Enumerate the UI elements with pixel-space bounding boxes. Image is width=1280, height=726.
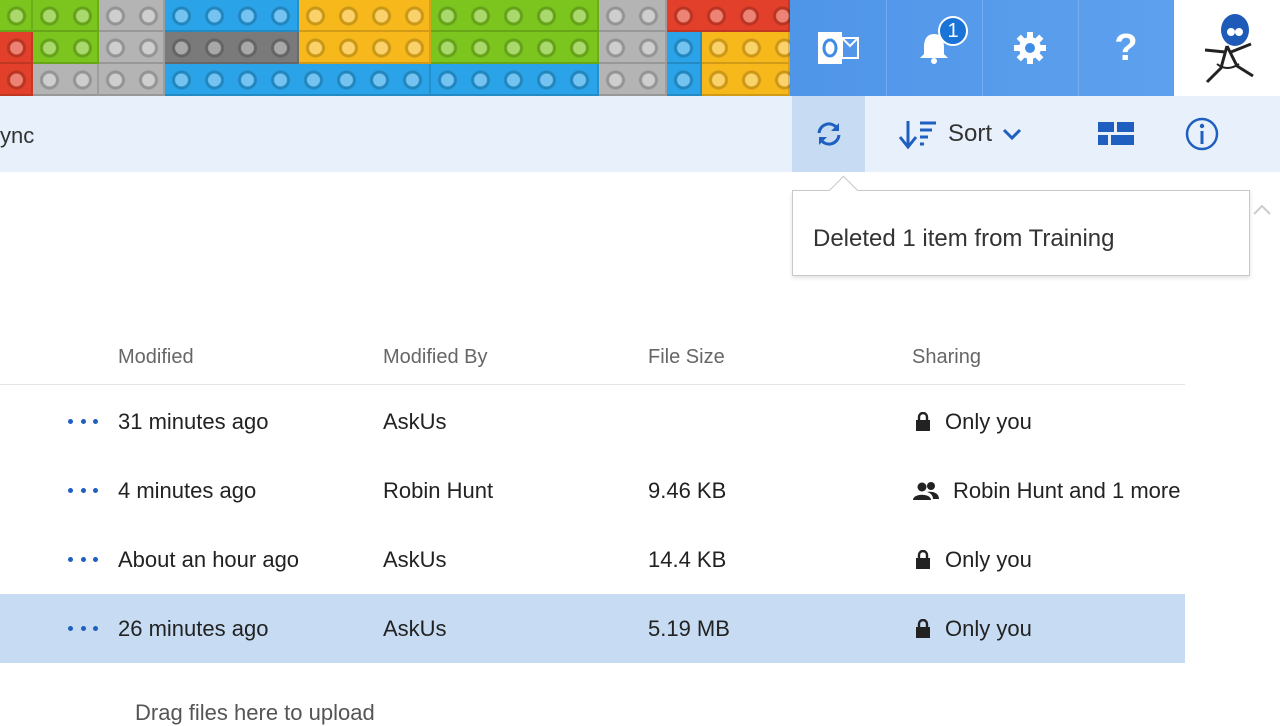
lock-icon [916, 549, 930, 569]
help-button[interactable]: ? [1078, 0, 1175, 96]
modified-cell: 31 minutes ago [118, 409, 269, 434]
file-size-cell: 14.4 KB [648, 547, 727, 572]
header-banner: 1 ? [0, 0, 1280, 96]
refresh-icon [817, 122, 840, 146]
settings-button[interactable] [982, 0, 1079, 96]
help-icon: ? [1114, 26, 1138, 69]
chevron-up-icon [1253, 204, 1271, 215]
scroll-up-button[interactable] [1252, 200, 1272, 220]
notification-message: Deleted 1 item from Training [813, 225, 1115, 252]
notification-count-badge: 1 [938, 16, 968, 46]
more-options-button[interactable] [68, 456, 98, 525]
lock-icon [916, 411, 930, 431]
details-pane-button[interactable] [1182, 96, 1222, 172]
avatar-figure-icon [1204, 14, 1254, 84]
command-bar: ync Sort [0, 96, 1280, 172]
view-switcher-button[interactable] [1096, 96, 1136, 172]
table-row[interactable]: 4 minutes ago Robin Hunt 9.46 KB Robin H… [0, 456, 1185, 525]
sharing-cell: Robin Hunt and 1 more [913, 456, 1180, 525]
lego-pattern-row [0, 0, 790, 32]
list-header: Modified Modified By File Size Sharing [0, 330, 1185, 385]
file-size-cell: 9.46 KB [648, 478, 727, 503]
header-app-bar: 1 ? [790, 0, 1175, 96]
modified-by-cell: AskUs [383, 409, 447, 434]
modified-cell: 4 minutes ago [118, 478, 257, 503]
sync-button-label[interactable]: ync [0, 96, 34, 172]
lock-icon [916, 618, 930, 638]
outlook-icon [818, 32, 859, 64]
refresh-button[interactable] [792, 96, 865, 172]
sharing-cell: Only you [915, 525, 1032, 594]
modified-by-cell: AskUs [383, 547, 447, 572]
people-icon [913, 481, 939, 500]
lego-pattern-row [0, 32, 790, 64]
modified-cell: 26 minutes ago [118, 616, 269, 641]
file-size-cell: 5.19 MB [648, 616, 730, 641]
column-header-file-size[interactable]: File Size [648, 346, 725, 369]
tiles-view-icon [1098, 122, 1134, 145]
column-header-modified-by[interactable]: Modified By [383, 346, 488, 369]
modified-by-cell: AskUs [383, 616, 447, 641]
modified-cell: About an hour ago [118, 547, 300, 572]
outlook-button[interactable] [790, 0, 887, 96]
sort-label: Sort [948, 120, 993, 147]
more-options-button[interactable] [68, 387, 98, 456]
notification-callout: Deleted 1 item from Training [792, 190, 1250, 276]
more-options-button[interactable] [68, 525, 98, 594]
avatar[interactable] [1174, 0, 1280, 96]
drag-files-hint: Drag files here to upload [135, 700, 375, 725]
gear-icon [1014, 32, 1046, 64]
sort-button[interactable]: Sort [898, 96, 1022, 172]
sharing-cell: Only you [915, 594, 1032, 663]
sharing-cell: Only you [915, 387, 1032, 456]
chevron-down-icon [1002, 128, 1022, 141]
sort-icon [898, 121, 936, 150]
table-row[interactable]: 26 minutes ago AskUs 5.19 MB Only you [0, 594, 1185, 663]
column-header-modified[interactable]: Modified [118, 346, 194, 369]
lego-pattern-row [0, 64, 790, 96]
table-row[interactable]: 31 minutes ago AskUs Only you [0, 387, 1185, 456]
more-options-button[interactable] [68, 594, 98, 663]
notifications-button[interactable]: 1 [886, 0, 983, 96]
table-row[interactable]: About an hour ago AskUs 14.4 KB Only you [0, 525, 1185, 594]
column-header-sharing[interactable]: Sharing [912, 346, 981, 369]
modified-by-cell: Robin Hunt [383, 478, 494, 503]
info-icon [1185, 117, 1219, 151]
